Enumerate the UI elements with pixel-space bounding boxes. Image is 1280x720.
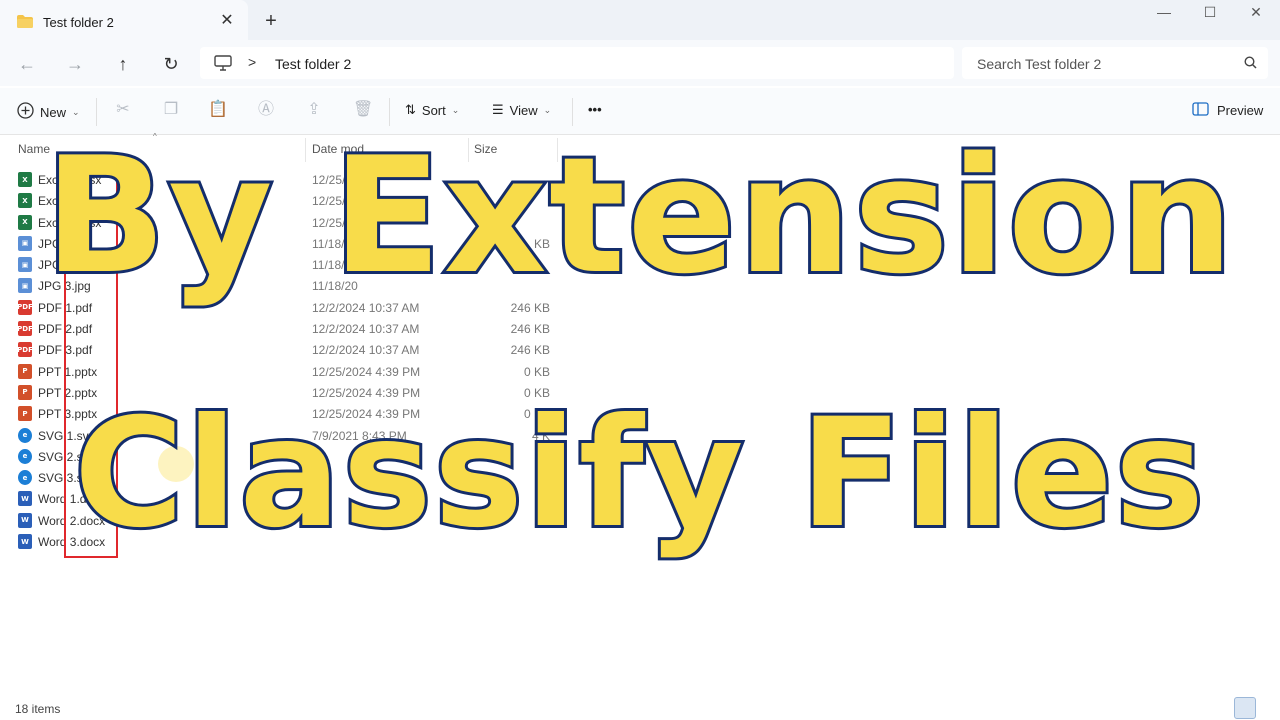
chevron-down-icon: ⌄ xyxy=(72,106,80,117)
sort-label: Sort xyxy=(421,102,446,118)
file-date: 12/2/2024 10:37 AM xyxy=(312,322,420,337)
file-date: 12/2/2024 10:37 AM xyxy=(312,343,420,358)
copy-icon[interactable]: ❐ xyxy=(161,100,181,120)
share-icon[interactable]: ⇪ xyxy=(304,100,324,120)
close-window-icon[interactable]: ✕ xyxy=(1236,4,1276,24)
preview-button[interactable]: Preview xyxy=(1192,102,1263,119)
overlay-title-line-1: By Extension xyxy=(41,122,1236,309)
item-count: 18 items xyxy=(15,702,61,716)
close-tab-icon[interactable]: ✕ xyxy=(218,12,236,30)
delete-icon[interactable]: 🗑 xyxy=(353,100,373,120)
overlay-title-line-2: Classify Files xyxy=(71,384,1207,564)
cut-icon[interactable]: ✂ xyxy=(113,100,133,120)
maximize-icon[interactable]: ☐ xyxy=(1190,4,1230,24)
sort-icon: ⇅ xyxy=(405,102,416,117)
pdf-file-icon: PDF xyxy=(17,321,33,337)
preview-pane-icon xyxy=(1192,102,1209,119)
file-date: 12/25/2024 4:39 PM xyxy=(312,364,421,379)
up-arrow-icon[interactable]: ↑ xyxy=(112,53,134,75)
more-options-button[interactable]: ••• xyxy=(588,102,602,117)
file-size: 246 KB xyxy=(510,343,550,358)
breadcrumb-separator: > xyxy=(248,54,257,70)
refresh-icon[interactable]: ↻ xyxy=(160,53,182,75)
tiles-view-icon[interactable] xyxy=(1256,697,1276,717)
tab-test-folder-2[interactable]: Test folder 2 ✕ xyxy=(0,0,248,42)
computer-icon xyxy=(214,55,232,76)
view-list-icon: ☰ xyxy=(492,102,504,117)
breadcrumb-test-folder-2[interactable]: Test folder 2 xyxy=(275,56,351,72)
view-label: View xyxy=(509,102,538,118)
details-view-icon[interactable] xyxy=(1234,697,1256,719)
back-arrow-icon[interactable]: ← xyxy=(16,53,38,75)
preview-label: Preview xyxy=(1217,103,1264,118)
minimize-icon[interactable]: — xyxy=(1144,4,1184,24)
view-button[interactable]: ☰ View ⌄ xyxy=(492,102,551,118)
new-tab-button[interactable]: + xyxy=(262,11,280,31)
sort-button[interactable]: ⇅ Sort ⌄ xyxy=(405,102,459,118)
paste-icon[interactable]: 📋 xyxy=(208,100,228,120)
rename-icon[interactable]: Ⓐ xyxy=(256,100,276,120)
plus-circle-icon xyxy=(17,102,34,122)
address-bar[interactable]: > Test folder 2 xyxy=(200,47,954,79)
folder-icon xyxy=(17,15,33,33)
chevron-down-icon: ⌄ xyxy=(451,104,460,115)
new-button[interactable]: New ⌄ xyxy=(17,102,80,122)
pdf-file-icon: PDF xyxy=(17,342,33,358)
tab-label: Test folder 2 xyxy=(43,15,114,30)
file-size: 246 KB xyxy=(510,322,550,337)
ppt-file-icon: P xyxy=(18,363,32,379)
search-input[interactable]: Search Test folder 2 xyxy=(962,47,1268,79)
chevron-down-icon: ⌄ xyxy=(543,104,552,115)
new-label: New xyxy=(40,104,67,120)
search-icon[interactable] xyxy=(1244,56,1257,74)
file-size: 0 KB xyxy=(523,364,550,379)
forward-arrow-icon[interactable]: → xyxy=(64,53,86,75)
more-icon: ••• xyxy=(588,102,602,117)
search-placeholder: Search Test folder 2 xyxy=(977,56,1102,72)
